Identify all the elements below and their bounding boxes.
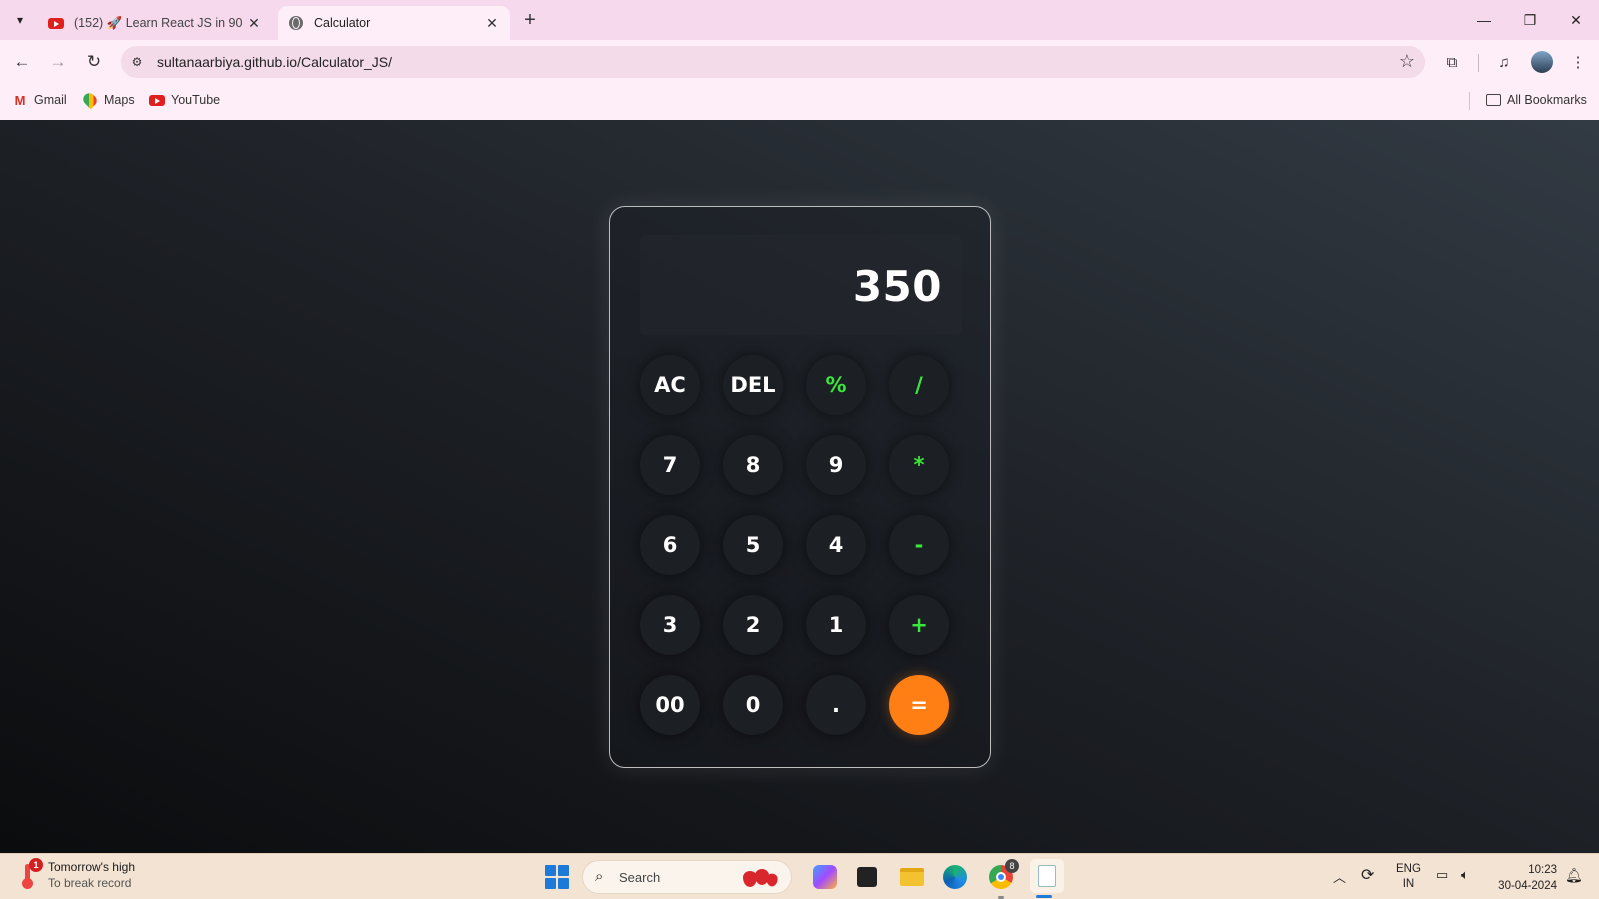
tab-youtube[interactable]: (152) 🚀 Learn React JS in 90 M ✕ xyxy=(38,6,272,40)
all-bookmarks-label: All Bookmarks xyxy=(1507,93,1587,107)
tab-strip: ▾ (152) 🚀 Learn React JS in 90 M ✕ Calcu… xyxy=(0,0,1599,40)
bookmarks-divider xyxy=(1469,92,1470,110)
language-code: ENG xyxy=(1396,863,1421,875)
strawberry-icon xyxy=(743,869,778,887)
folder-icon xyxy=(1485,93,1501,107)
url-text[interactable]: sultanaarbiya.github.io/Calculator_JS/ xyxy=(157,54,392,70)
reload-button[interactable]: ↻ xyxy=(80,48,108,76)
tab-title: (152) 🚀 Learn React JS in 90 M xyxy=(74,15,246,30)
bookmark-gmail[interactable]: M Gmail xyxy=(12,92,67,108)
key-double-zero-button[interactable]: 00 xyxy=(640,675,700,735)
edge-icon[interactable] xyxy=(941,863,969,891)
new-tab-button[interactable]: + xyxy=(518,8,542,32)
profile-avatar[interactable] xyxy=(1530,50,1554,74)
start-button[interactable] xyxy=(545,865,569,889)
sync-icon[interactable]: ⟳ xyxy=(1361,865,1374,885)
extensions-icon[interactable]: ⧉ xyxy=(1440,50,1464,74)
search-icon: ⌕ xyxy=(595,868,604,885)
key-delete-button[interactable]: DEL xyxy=(723,355,783,415)
bookmark-maps[interactable]: Maps xyxy=(80,90,135,110)
key-add-button[interactable]: + xyxy=(889,595,949,655)
calculator: 350 AC DEL%/7 8 9 * 6 5 4-3 2 1 +00 0. = xyxy=(609,206,991,768)
weather-badge: 1 xyxy=(29,858,43,872)
language-indicator[interactable]: ENG IN xyxy=(1396,862,1421,892)
weather-title: Tomorrow's high xyxy=(48,860,135,874)
media-control-icon[interactable]: ♫ xyxy=(1492,50,1516,74)
key-digit-5-button[interactable]: 5 xyxy=(723,515,783,575)
copilot-icon[interactable] xyxy=(811,863,839,891)
weather-subtitle: To break record xyxy=(48,876,132,890)
clock-date: 30-04-2024 xyxy=(1498,880,1557,892)
bookmarks-bar: M Gmail Maps YouTube All Bookmarks xyxy=(0,84,1599,120)
toolbar-divider xyxy=(1478,54,1479,72)
key-digit-7-button[interactable]: 7 xyxy=(640,435,700,495)
chrome-badge: 8 xyxy=(1005,859,1019,873)
close-window-button[interactable]: ✕ xyxy=(1554,6,1598,34)
clock-time: 10:23 xyxy=(1528,864,1557,876)
calculator-display: 350 xyxy=(640,235,962,335)
close-icon[interactable]: ✕ xyxy=(484,15,500,32)
chrome-icon[interactable]: 8 xyxy=(987,859,1019,891)
key-digit-3-button[interactable]: 3 xyxy=(640,595,700,655)
store-icon[interactable] xyxy=(853,863,881,891)
key-multiply-button[interactable]: * xyxy=(889,435,949,495)
notepad-icon[interactable] xyxy=(1030,859,1064,893)
show-hidden-icons-chevron[interactable]: ︿ xyxy=(1333,867,1346,886)
minimize-button[interactable]: — xyxy=(1462,6,1506,34)
display-value: 350 xyxy=(852,262,942,311)
key-digit-4-button[interactable]: 4 xyxy=(806,515,866,575)
key-decimal-button[interactable]: . xyxy=(806,675,866,735)
region-code: IN xyxy=(1402,878,1415,890)
close-icon[interactable]: ✕ xyxy=(246,15,262,32)
back-button[interactable]: ← xyxy=(8,48,36,76)
site-info-icon[interactable]: ⚙ xyxy=(127,52,147,72)
key-percent-button[interactable]: % xyxy=(806,355,866,415)
key-digit-1-button[interactable]: 1 xyxy=(806,595,866,655)
address-bar[interactable]: ⚙ sultanaarbiya.github.io/Calculator_JS/… xyxy=(121,46,1425,78)
clock[interactable]: 10:23 30-04-2024 xyxy=(1495,862,1557,894)
key-subtract-button[interactable]: - xyxy=(889,515,949,575)
taskbar: 1 Tomorrow's high To break record ⌕ Sear… xyxy=(0,853,1599,899)
key-equals-button[interactable]: = xyxy=(889,675,949,735)
bookmark-label: YouTube xyxy=(171,93,221,107)
tab-search-button[interactable]: ▾ xyxy=(8,8,32,32)
taskbar-search[interactable]: ⌕ Search xyxy=(582,860,792,894)
key-digit-9-button[interactable]: 9 xyxy=(806,435,866,495)
search-placeholder: Search xyxy=(619,870,661,885)
bookmark-label: Maps xyxy=(104,93,135,107)
tab-calculator[interactable]: Calculator ✕ xyxy=(278,6,510,40)
key-digit-8-button[interactable]: 8 xyxy=(723,435,783,495)
thermometer-icon: 1 xyxy=(20,858,43,889)
tab-title: Calculator xyxy=(314,16,371,30)
youtube-icon xyxy=(48,15,64,31)
browser-toolbar: ← → ↻ ⚙ sultanaarbiya.github.io/Calculat… xyxy=(0,40,1599,84)
maps-icon xyxy=(80,90,100,110)
restore-button[interactable]: ❐ xyxy=(1508,6,1552,34)
file-explorer-icon[interactable] xyxy=(898,863,926,891)
active-app-indicator xyxy=(1036,895,1052,898)
key-digit-6-button[interactable]: 6 xyxy=(640,515,700,575)
gmail-icon: M xyxy=(14,92,26,108)
notification-bell-icon[interactable]: 🔔︎ xyxy=(1565,867,1583,884)
menu-icon[interactable]: ⋮ xyxy=(1566,50,1590,74)
key-divide-button[interactable]: / xyxy=(889,355,949,415)
weather-widget[interactable]: 1 Tomorrow's high To break record xyxy=(20,858,135,890)
key-digit-2-button[interactable]: 2 xyxy=(723,595,783,655)
bookmark-youtube[interactable]: YouTube xyxy=(149,93,220,107)
forward-button[interactable]: → xyxy=(44,48,72,76)
key-digit-0-button[interactable]: 0 xyxy=(723,675,783,735)
all-bookmarks-button[interactable]: All Bookmarks xyxy=(1485,93,1587,107)
network-icon[interactable]: ▭ xyxy=(1436,867,1448,883)
youtube-icon xyxy=(149,93,165,107)
bookmark-label: Gmail xyxy=(34,93,67,107)
volume-muted-icon[interactable]: 🔈︎ xyxy=(1461,867,1469,883)
page-content: 350 AC DEL%/7 8 9 * 6 5 4-3 2 1 +00 0. = xyxy=(0,120,1599,853)
key-all-clear-button[interactable]: AC xyxy=(640,355,700,415)
bookmark-star-icon[interactable]: ☆ xyxy=(1399,51,1415,72)
globe-icon xyxy=(288,15,304,31)
